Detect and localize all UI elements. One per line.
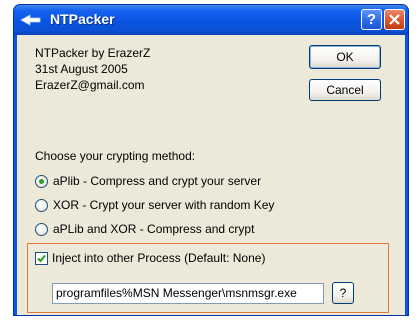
dialog-body: NTPacker by ErazerZ 31st August 2005 Era… xyxy=(17,35,405,315)
ok-button[interactable]: OK xyxy=(309,45,381,69)
title-bar[interactable]: NTPacker ? xyxy=(14,5,408,35)
inject-group: Inject into other Process (Default: None… xyxy=(27,243,389,313)
crypt-method-label: Choose your crypting method: xyxy=(35,149,196,163)
radio-button[interactable] xyxy=(35,199,48,212)
close-button[interactable] xyxy=(384,9,405,30)
dialog-window: NTPacker ? NTPacker by ErazerZ 31st Augu… xyxy=(13,4,409,316)
date-label: 31st August 2005 xyxy=(35,62,128,76)
author-label: NTPacker by ErazerZ xyxy=(35,46,151,60)
radio-button[interactable] xyxy=(35,175,48,188)
inject-label[interactable]: Inject into other Process (Default: None… xyxy=(52,251,265,265)
email-label: ErazerZ@gmail.com xyxy=(35,78,145,92)
radio-label: XOR - Crypt your server with random Key xyxy=(53,198,275,212)
radio-selected-dot xyxy=(39,179,44,184)
window-title: NTPacker xyxy=(50,11,115,27)
radio-label: aPlib - Compress and crypt your server xyxy=(53,174,262,188)
help-button[interactable]: ? xyxy=(361,9,382,30)
close-icon xyxy=(389,14,400,25)
process-path-input[interactable]: programfiles%MSN Messenger\msnmsgr.exe xyxy=(52,283,324,304)
question-icon: ? xyxy=(366,11,377,28)
radio-button[interactable] xyxy=(35,223,48,236)
app-icon xyxy=(20,13,42,27)
radio-label: aPLib and XOR - Compress and crypt xyxy=(53,222,255,236)
inject-checkbox[interactable] xyxy=(35,252,48,265)
checkmark-icon xyxy=(37,254,46,263)
cancel-button[interactable]: Cancel xyxy=(309,79,381,101)
browse-button[interactable]: ? xyxy=(332,282,354,304)
